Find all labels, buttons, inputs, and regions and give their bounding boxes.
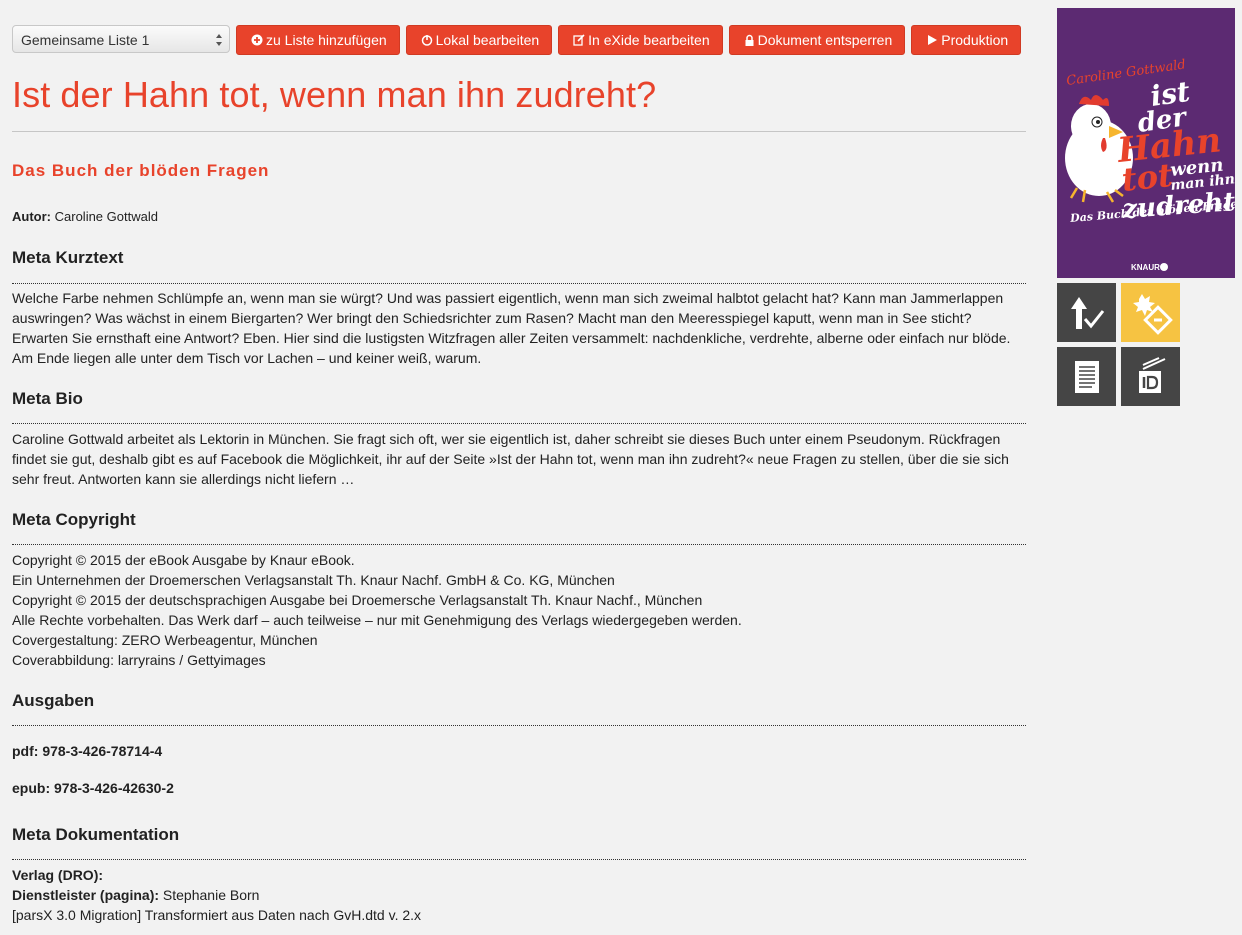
unlock-document-button[interactable]: Dokument entsperren bbox=[728, 25, 906, 55]
bio-line: findet sie gut, deshalb gibt es auf Face… bbox=[12, 451, 1009, 467]
kurztext-line: Welche Farbe nehmen Schlümpfe an, wenn m… bbox=[12, 290, 1004, 306]
book-subtitle: Das Buch der blöden Fragen bbox=[12, 161, 270, 180]
cover-publisher: KNAUR bbox=[1131, 263, 1160, 272]
bio-line: sehr freut. Antworten kann sie allerding… bbox=[12, 471, 355, 487]
author-label: Autor: bbox=[12, 209, 51, 224]
page-title: Ist der Hahn tot, wenn man ihn zudreht? bbox=[12, 74, 657, 115]
kurztext-line: Am Ende liegen alle unter dem Tisch vor … bbox=[12, 350, 482, 366]
list-select[interactable]: Gemeinsame Liste 1 bbox=[12, 24, 230, 53]
author-name: Caroline Gottwald bbox=[54, 209, 158, 224]
edit-exide-label: In eXide bearbeiten bbox=[588, 32, 710, 48]
kurztext-text: Welche Farbe nehmen Schlümpfe an, wenn m… bbox=[12, 288, 1026, 368]
dokumentation-text: Verlag (DRO): Dienstleister (pagina): St… bbox=[12, 865, 1026, 925]
copyright-line: Copyright © 2015 der deutschsprachigen A… bbox=[12, 592, 703, 608]
dokumentation-divider bbox=[12, 859, 1026, 860]
dienstleister-label: Dienstleister (pagina): bbox=[12, 887, 160, 903]
dienstleister-line: Dienstleister (pagina): Stephanie Born bbox=[12, 885, 1026, 905]
upload-check-tile[interactable] bbox=[1057, 283, 1116, 342]
epub-tile[interactable] bbox=[1121, 283, 1180, 342]
tool-tiles bbox=[1057, 283, 1180, 406]
unlock-document-label: Dokument entsperren bbox=[757, 32, 893, 48]
ausgaben-heading: Ausgaben bbox=[12, 691, 95, 710]
add-to-list-button[interactable]: zu Liste hinzufügen bbox=[236, 25, 400, 55]
upload-check-icon bbox=[1070, 296, 1104, 329]
migration-note: [parsX 3.0 Migration] Transformiert aus … bbox=[12, 907, 422, 923]
edit-exide-button[interactable]: In eXide bearbeiten bbox=[558, 25, 723, 55]
edit-icon bbox=[573, 34, 585, 46]
copyright-line: Copyright © 2015 der eBook Ausgabe by Kn… bbox=[12, 552, 355, 568]
ausgaben-divider bbox=[12, 725, 1026, 726]
epub-badge-icon bbox=[1132, 293, 1173, 335]
verlag-line: Verlag (DRO): bbox=[12, 865, 1026, 885]
production-button[interactable]: Produktion bbox=[911, 25, 1022, 55]
cover-panel: Caroline Gottwald ist der Hahn tot wenn … bbox=[1057, 8, 1235, 278]
production-label: Produktion bbox=[941, 32, 1009, 48]
isbn-epub: epub: 978-3-426-42630-2 bbox=[12, 780, 174, 796]
bio-divider bbox=[12, 423, 1026, 424]
publisher-logo-icon bbox=[1160, 263, 1168, 271]
copyright-line: Alle Rechte vorbehalten. Das Werk darf –… bbox=[12, 612, 742, 628]
kurztext-line: auswringen? Was wächst in einem Biergart… bbox=[12, 310, 972, 326]
edit-local-button[interactable]: Lokal bearbeiten bbox=[405, 25, 553, 55]
kurztext-heading: Meta Kurztext bbox=[12, 248, 124, 267]
kurztext-divider bbox=[12, 283, 1026, 284]
verlag-label: Verlag (DRO): bbox=[12, 867, 104, 883]
toolbar: Gemeinsame Liste 1 zu Liste hinzufügen L… bbox=[12, 24, 1022, 56]
cover-artwork: Caroline Gottwald ist der Hahn tot wenn … bbox=[1057, 8, 1235, 278]
document-icon bbox=[1074, 360, 1099, 393]
power-icon bbox=[421, 35, 432, 46]
bio-heading: Meta Bio bbox=[12, 389, 83, 408]
copyright-line: Covergestaltung: ZERO Werbeagentur, Münc… bbox=[12, 632, 318, 648]
copyright-line: Ein Unternehmen der Droemerschen Verlags… bbox=[12, 572, 615, 588]
bio-text: Caroline Gottwald arbeitet als Lektorin … bbox=[12, 429, 1026, 489]
bio-line: Caroline Gottwald arbeitet als Lektorin … bbox=[12, 431, 1001, 447]
edit-local-label: Lokal bearbeiten bbox=[435, 32, 540, 48]
kurztext-line: Erwarten Sie ernsthaft eine Antwort? Ebe… bbox=[12, 330, 1011, 346]
book-cover[interactable]: Caroline Gottwald ist der Hahn tot wenn … bbox=[1057, 8, 1235, 278]
add-to-list-label: zu Liste hinzufügen bbox=[266, 32, 387, 48]
copyright-divider bbox=[12, 544, 1026, 545]
list-select-value: Gemeinsame Liste 1 bbox=[21, 31, 150, 48]
copyright-line: Coverabbildung: larryrains / Gettyimages bbox=[12, 652, 266, 668]
dienstleister-value: Stephanie Born bbox=[162, 887, 260, 903]
select-arrows-icon bbox=[216, 33, 222, 46]
copyright-heading: Meta Copyright bbox=[12, 510, 136, 529]
plus-circle-icon bbox=[251, 34, 263, 46]
dokumentation-heading: Meta Dokumentation bbox=[12, 825, 180, 844]
lock-icon bbox=[745, 34, 754, 46]
document-tile[interactable] bbox=[1057, 347, 1116, 406]
author-line: Autor: Caroline Gottwald bbox=[12, 209, 158, 224]
indesign-tile[interactable] bbox=[1121, 347, 1180, 406]
copyright-text: Copyright © 2015 der eBook Ausgabe by Kn… bbox=[12, 550, 1026, 670]
title-divider bbox=[12, 131, 1026, 132]
indesign-icon bbox=[1138, 356, 1165, 393]
play-icon bbox=[928, 35, 938, 45]
isbn-pdf: pdf: 978-3-426-78714-4 bbox=[12, 743, 163, 759]
